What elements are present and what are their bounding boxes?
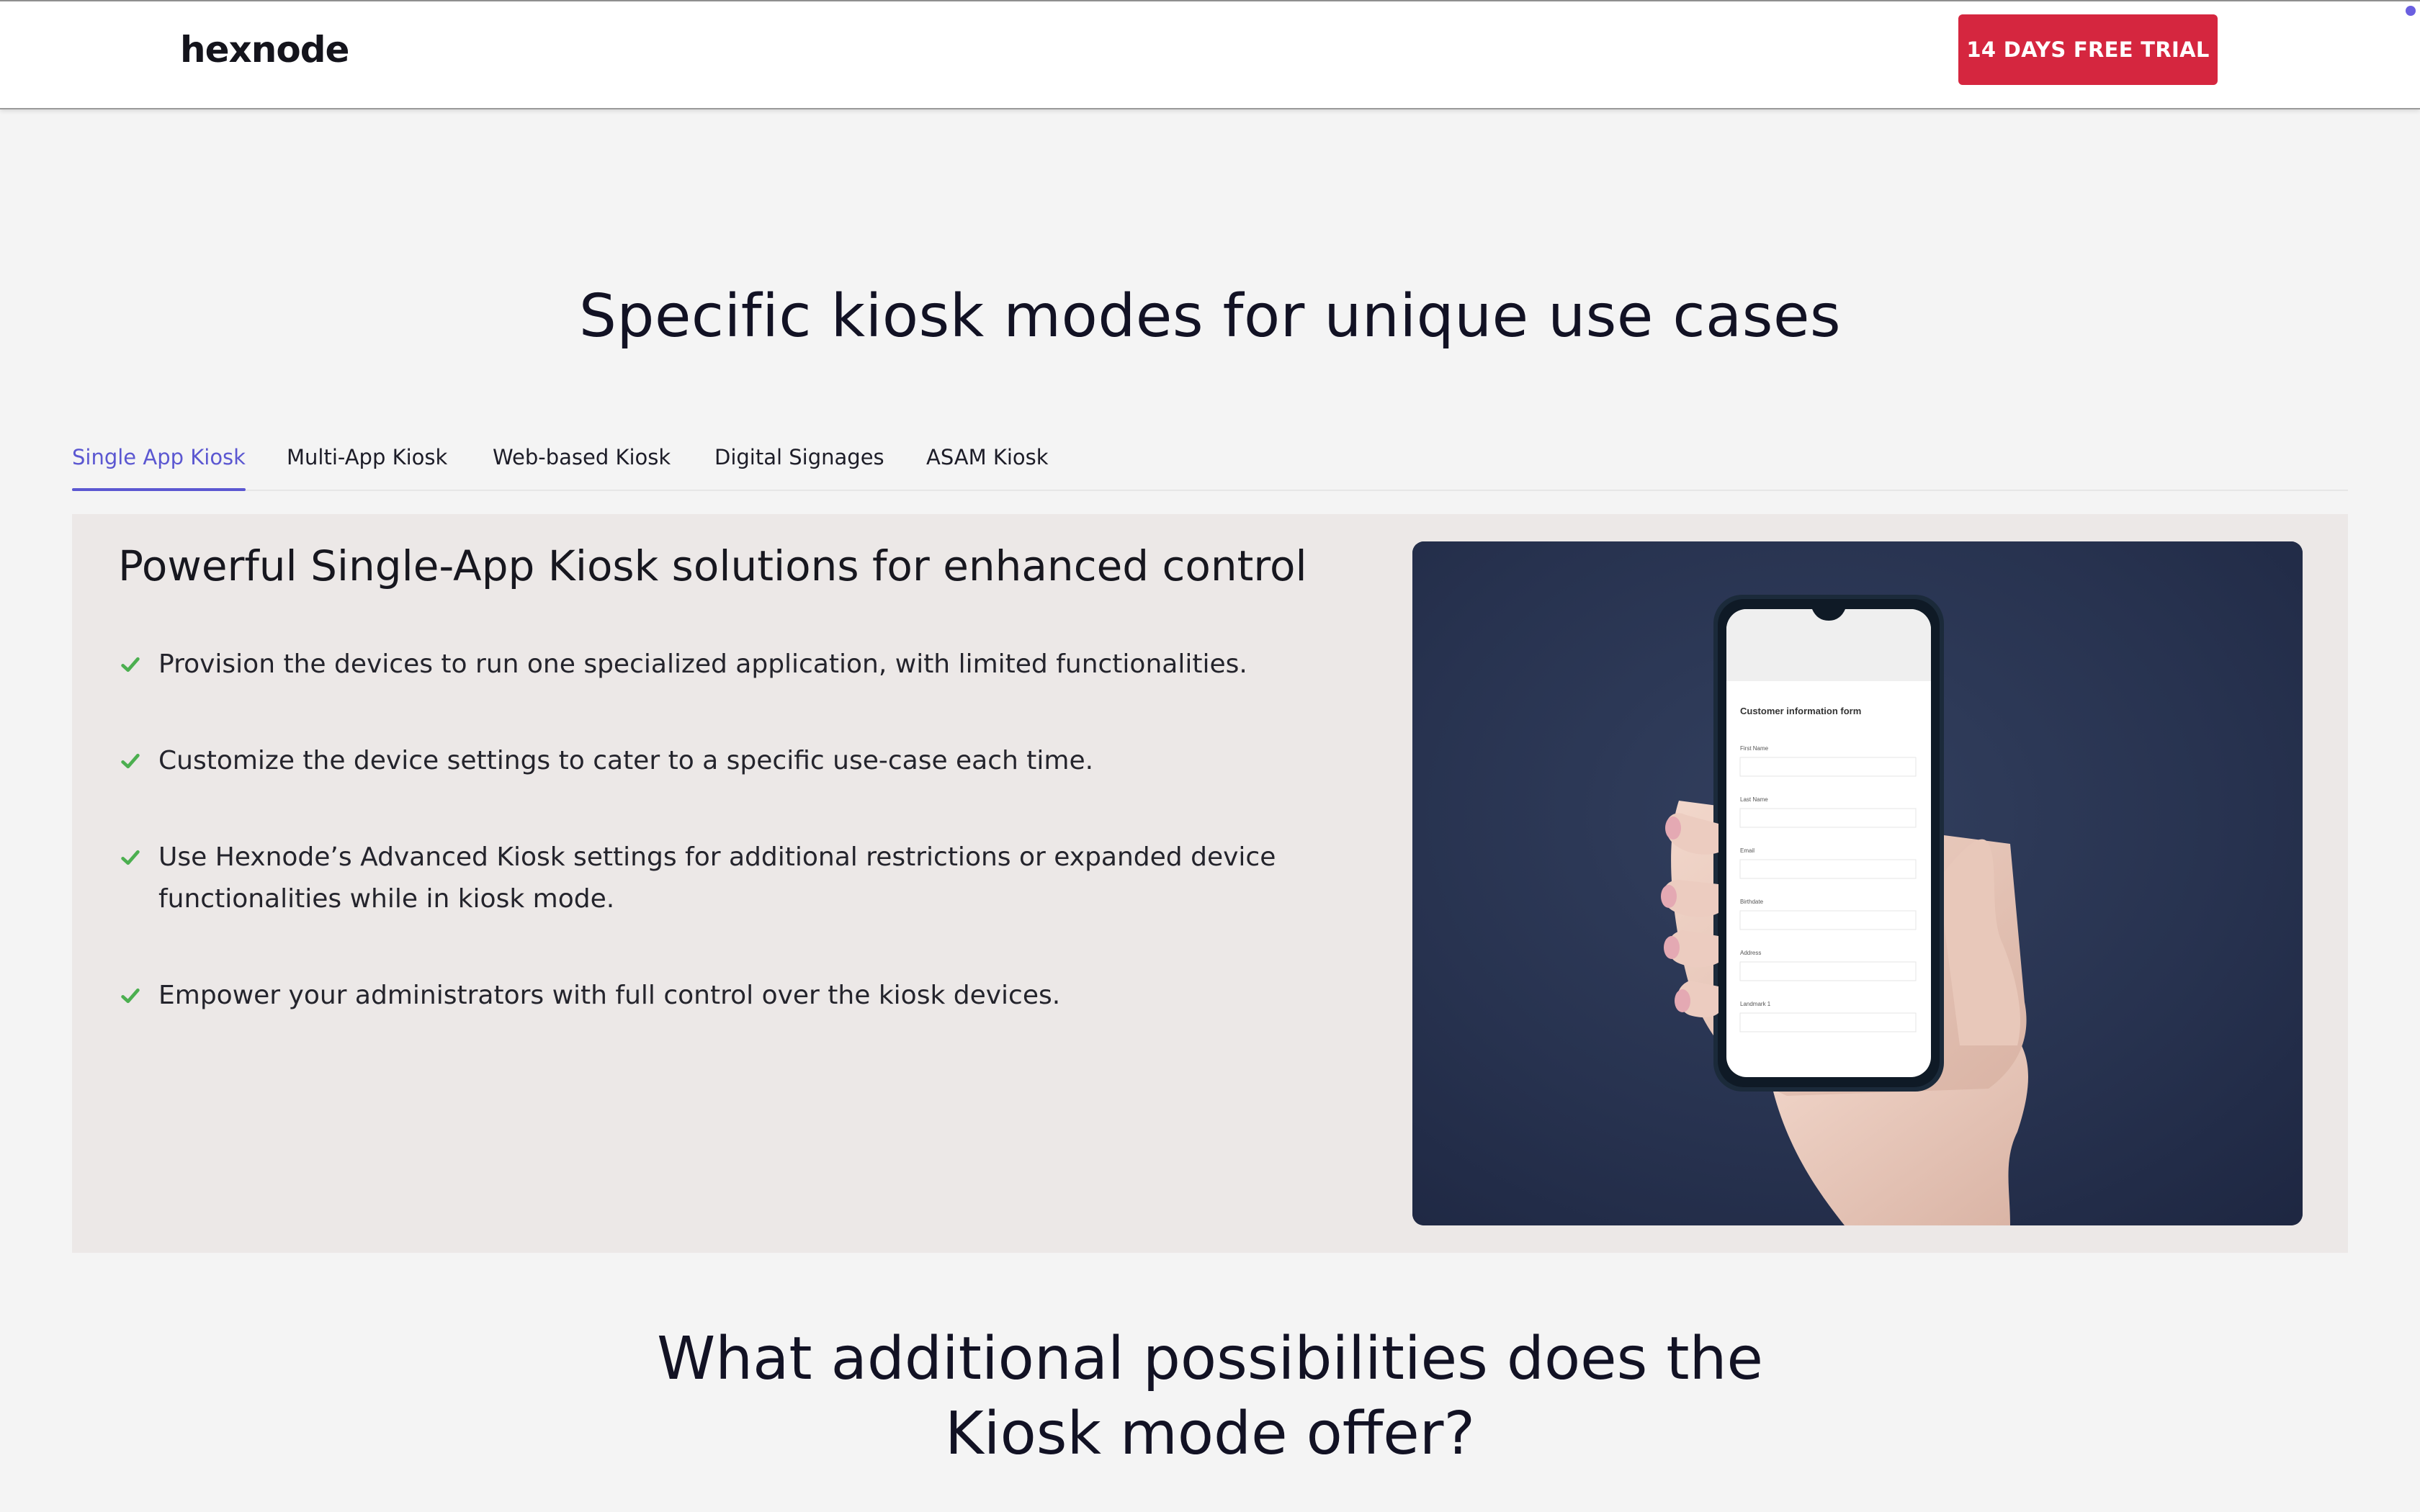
feature-text: Use Hexnode’s Advanced Kiosk settings fo…	[158, 842, 1276, 914]
check-icon	[121, 850, 140, 865]
check-icon	[121, 657, 140, 672]
svg-text:Landmark 1: Landmark 1	[1740, 1001, 1771, 1007]
feature-text: Provision the devices to run one special…	[158, 649, 1247, 679]
free-trial-button[interactable]: 14 DAYS FREE TRIAL	[1958, 14, 2218, 85]
svg-text:Email: Email	[1740, 847, 1754, 854]
list-item: Empower your administrators with full co…	[118, 975, 1371, 1017]
svg-text:Last Name: Last Name	[1740, 796, 1768, 803]
feature-text: Empower your administrators with full co…	[158, 981, 1061, 1010]
notification-dot	[2406, 6, 2416, 16]
section-title: Specific kiosk modes for unique use case…	[578, 282, 1842, 351]
svg-text:Customer information form: Customer information form	[1740, 706, 1861, 716]
additional-possibilities-heading: What additional possibilities does the K…	[657, 1325, 1763, 1468]
tab-digital-signages[interactable]: Digital Signages	[714, 445, 884, 491]
tab-asam-kiosk[interactable]: ASAM Kiosk	[926, 445, 1049, 491]
list-item: Provision the devices to run one special…	[118, 644, 1371, 685]
svg-text:Birthdate: Birthdate	[1740, 899, 1764, 905]
tab-single-app-kiosk[interactable]: Single App Kiosk	[72, 445, 246, 491]
panel-heading: Powerful Single-App Kiosk solutions for …	[118, 541, 1307, 590]
check-icon	[121, 988, 140, 1004]
tab-panel-single-app-kiosk: Powerful Single-App Kiosk solutions for …	[72, 514, 2348, 1253]
list-item: Use Hexnode’s Advanced Kiosk settings fo…	[118, 837, 1371, 920]
svg-text:First Name: First Name	[1740, 745, 1769, 752]
site-header: hexnode 14 DAYS FREE TRIAL	[0, 0, 2420, 109]
tab-multi-app-kiosk[interactable]: Multi-App Kiosk	[287, 445, 447, 491]
hand-holding-phone-illustration: Customer information form First Name Las…	[1412, 541, 2303, 1225]
list-item: Customize the device settings to cater t…	[118, 740, 1371, 782]
hexnode-logo[interactable]: hexnode	[180, 29, 349, 71]
kiosk-phone-image: Customer information form First Name Las…	[1412, 541, 2303, 1225]
tab-web-based-kiosk[interactable]: Web-based Kiosk	[493, 445, 671, 491]
check-icon	[121, 753, 140, 769]
svg-text:Address: Address	[1740, 950, 1761, 956]
kiosk-mode-tabs: Single App Kiosk Multi-App Kiosk Web-bas…	[72, 432, 2348, 491]
feature-text: Customize the device settings to cater t…	[158, 746, 1094, 775]
feature-list: Provision the devices to run one special…	[118, 644, 1371, 1071]
